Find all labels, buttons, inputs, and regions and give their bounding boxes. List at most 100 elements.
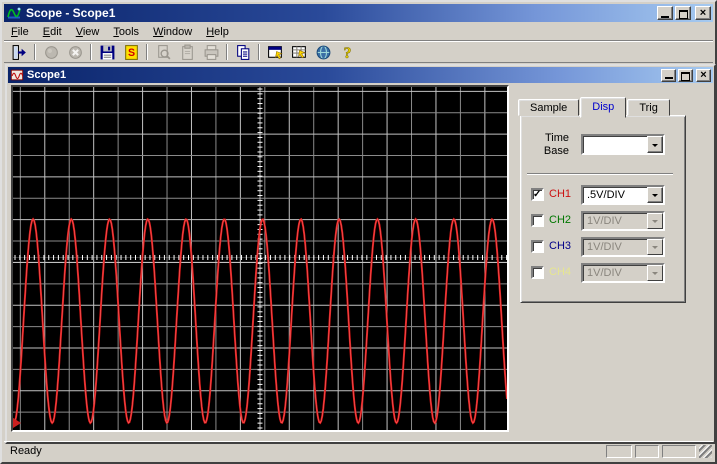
print-button[interactable] [199,42,223,62]
paste-button[interactable] [175,42,199,62]
print-icon [203,44,220,61]
svg-text:S: S [127,47,134,59]
separator [527,173,673,174]
maximize-icon [681,72,690,81]
resize-grip-icon[interactable] [699,445,712,458]
web-button[interactable] [311,42,335,62]
time-base-select[interactable] [581,134,665,155]
toolbar-separator [258,44,260,60]
copy-icon [235,44,252,61]
ch4-checkbox[interactable]: ✓ [531,266,544,279]
minimize-icon [661,16,669,18]
ch2-checkbox[interactable]: ✓ [531,214,544,227]
ch3-checkbox[interactable]: ✓ [531,240,544,253]
status-panel [606,445,632,458]
tab-trig[interactable]: Trig [627,99,670,116]
status-panel [635,445,659,458]
ch1-label: CH1 [549,188,571,200]
close-icon: × [697,70,710,80]
scope1-close-button[interactable]: × [696,69,711,82]
stop-button[interactable] [63,42,87,62]
copy-button[interactable] [231,42,255,62]
channel-row-ch1: ✓ CH1 .5V/DIV [521,185,685,205]
toolbar-separator [146,44,148,60]
scope-canvas [13,87,507,430]
stop-icon [67,44,84,61]
new-window-button[interactable] [263,42,287,62]
log-s-icon: S [123,44,140,61]
status-text: Ready [10,445,606,457]
help-button[interactable]: ? [335,42,359,62]
grid-window-button[interactable] [287,42,311,62]
tab-sample[interactable]: Sample [518,99,579,116]
tab-disp[interactable]: Disp [580,97,626,118]
tab-strip: Sample Disp Trig [518,94,671,116]
window-controls: × [655,6,711,20]
dropdown-arrow-icon[interactable] [647,187,663,203]
save-icon [99,44,116,61]
main-titlebar[interactable]: Scope - Scope1 × [4,4,713,22]
log-button[interactable]: S [119,42,143,62]
control-panel: Sample Disp Trig Time Base ✓ CH1 .5V/DIV [510,85,710,438]
toolbar-separator [226,44,228,60]
main-window: Scope - Scope1 × FileEditViewToolsWindow… [0,0,717,464]
ch4-vdiv-select[interactable]: 1V/DIV [581,263,665,283]
ch3-label: CH3 [549,240,571,252]
grid-window-icon [291,44,308,61]
ch1-vdiv-select[interactable]: .5V/DIV [581,185,665,205]
menu-item-tools[interactable]: Tools [106,24,146,40]
ch4-label: CH4 [549,266,571,278]
minimize-icon [665,77,673,79]
ch3-vdiv-select[interactable]: 1V/DIV [581,237,665,257]
ch2-vdiv-select[interactable]: 1V/DIV [581,211,665,231]
ch2-label: CH2 [549,214,571,226]
menu-item-view[interactable]: View [69,24,107,40]
print-preview-icon [155,44,172,61]
print-preview-button[interactable] [151,42,175,62]
toolbar-separator [90,44,92,60]
menu-item-edit[interactable]: Edit [36,24,69,40]
status-panel [662,445,696,458]
scope-display [11,85,509,432]
check-icon: ✓ [533,190,542,199]
record-icon [43,44,60,61]
scope1-window: Scope1 × Sample Disp Trig Time Base [5,64,716,444]
save-button[interactable] [95,42,119,62]
menu-item-file[interactable]: File [4,24,36,40]
close-button[interactable]: × [695,6,711,20]
scope1-minimize-button[interactable] [661,69,676,82]
dropdown-arrow-icon[interactable] [647,213,663,229]
dropdown-arrow-icon[interactable] [647,265,663,281]
ch1-checkbox[interactable]: ✓ [531,188,544,201]
paste-icon [179,44,196,61]
dropdown-arrow-icon[interactable] [647,136,663,153]
app-icon[interactable] [6,5,22,21]
exit-icon [11,44,28,61]
close-icon: × [696,8,710,18]
minimize-button[interactable] [657,6,673,20]
statusbar: Ready [4,441,713,460]
maximize-button[interactable] [675,6,691,20]
scope1-maximize-button[interactable] [678,69,693,82]
time-base-label: Time Base [523,132,569,158]
web-icon [315,44,332,61]
scope1-icon[interactable] [10,68,24,82]
window-title: Scope - Scope1 [26,6,655,20]
exit-button[interactable] [7,42,31,62]
disp-tab-page: Time Base ✓ CH1 .5V/DIV ✓ CH2 [520,115,686,303]
menu-item-window[interactable]: Window [146,24,199,40]
help-icon: ? [339,44,356,61]
svg-text:?: ? [343,44,351,60]
record-button[interactable] [39,42,63,62]
menubar: FileEditViewToolsWindowHelp [4,23,713,41]
scope1-title: Scope1 [27,69,659,81]
toolbar: S [4,41,713,63]
scope1-window-controls: × [659,69,711,82]
maximize-icon [679,10,688,19]
scope1-titlebar[interactable]: Scope1 × [8,67,713,83]
menu-item-help[interactable]: Help [199,24,236,40]
dropdown-arrow-icon[interactable] [647,239,663,255]
channel-row-ch2: ✓ CH2 1V/DIV [521,211,685,231]
channel-row-ch4: ✓ CH4 1V/DIV [521,263,685,283]
new-window-icon [267,44,284,61]
